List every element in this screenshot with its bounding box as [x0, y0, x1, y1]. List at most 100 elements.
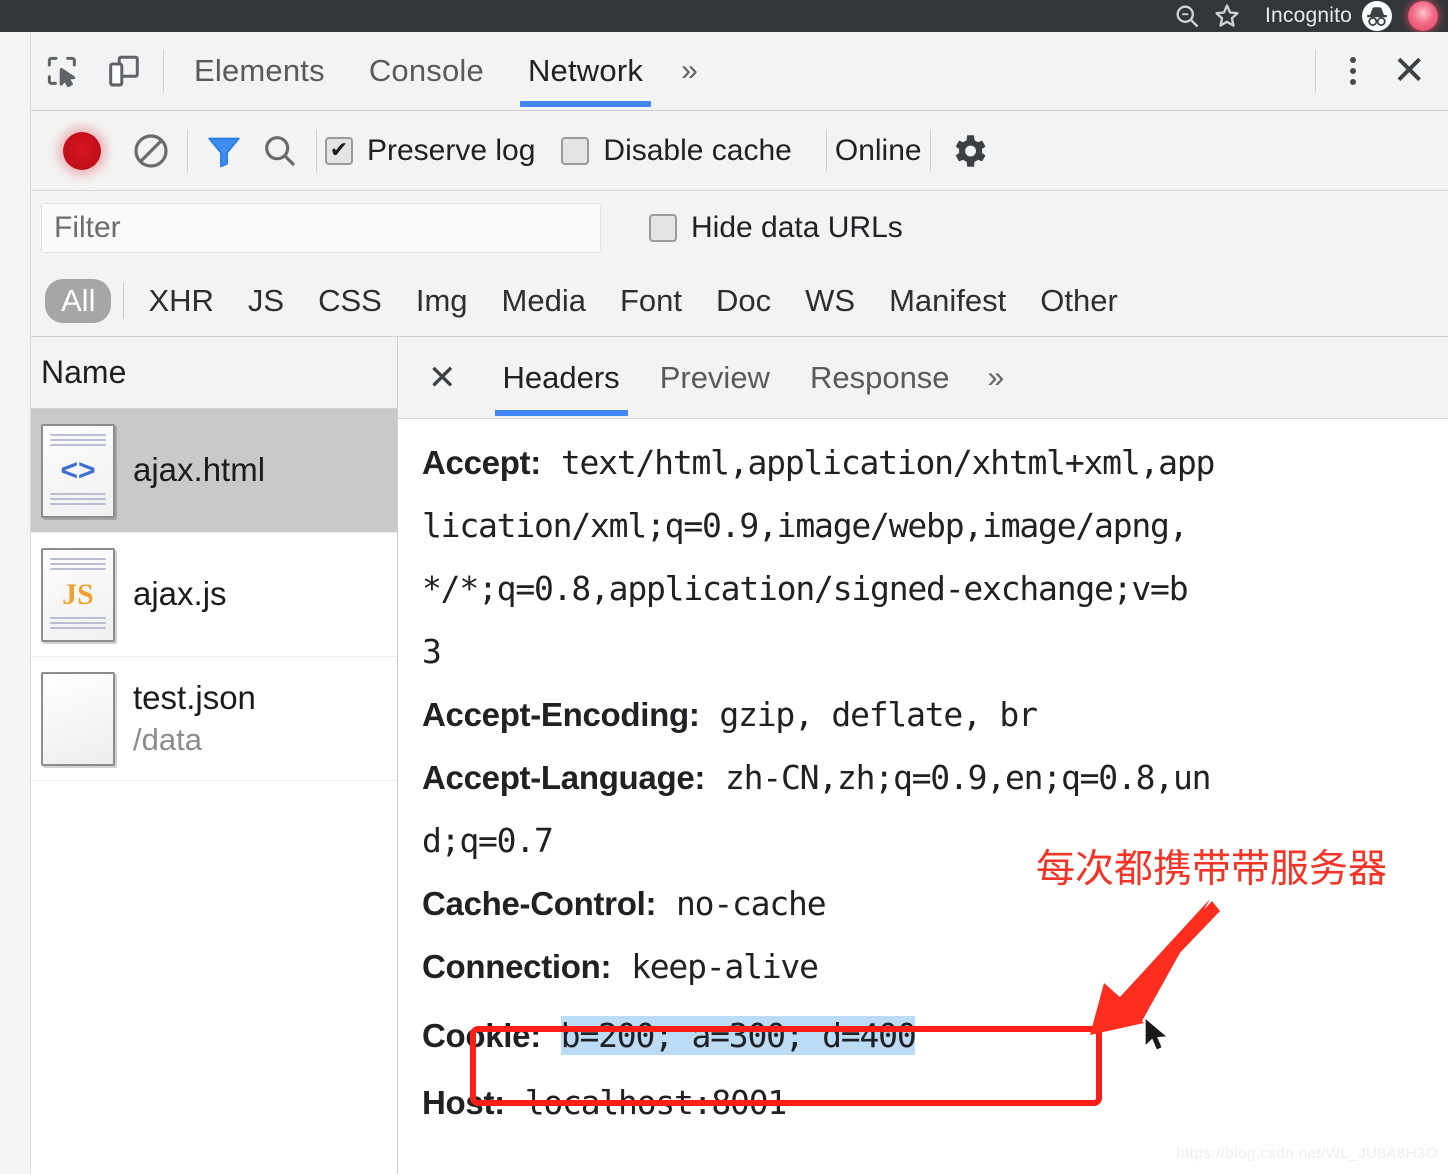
- header-value: no-cache: [676, 884, 825, 923]
- close-icon[interactable]: ✕: [422, 358, 483, 398]
- request-list-header[interactable]: Name: [31, 337, 397, 409]
- tab-elements[interactable]: Elements: [172, 32, 347, 111]
- disable-cache-checkbox[interactable]: Disable cache: [561, 134, 791, 168]
- gear-icon[interactable]: [939, 121, 999, 181]
- tab-console[interactable]: Console: [347, 32, 506, 111]
- html-file-icon: <>: [41, 424, 115, 518]
- type-filter-manifest[interactable]: Manifest: [875, 279, 1020, 323]
- toolbar-divider-right: [1315, 50, 1316, 92]
- network-split-view: Name <> ajax.html JS a: [31, 337, 1448, 1174]
- tab-network-label: Network: [528, 53, 643, 89]
- profile-avatar-icon[interactable]: [1408, 1, 1438, 31]
- throttling-select[interactable]: Online: [835, 134, 922, 168]
- type-filter-xhr[interactable]: XHR: [134, 279, 227, 323]
- header-name: Accept:: [422, 444, 541, 481]
- header-name: Host:: [422, 1084, 505, 1121]
- chevron-double-right-icon[interactable]: »: [970, 361, 1023, 395]
- header-value: keep-alive: [631, 947, 818, 986]
- type-filter-media[interactable]: Media: [488, 279, 600, 323]
- table-row[interactable]: <> ajax.html: [31, 409, 397, 533]
- search-zoom-icon[interactable]: [1167, 2, 1207, 30]
- annotation-note: 每次都携带带服务器: [1036, 838, 1387, 894]
- header-row-accept-cont2: */*;q=0.8,application/signed-exchange;v=…: [422, 557, 1448, 620]
- header-name: Cookie:: [422, 1017, 541, 1054]
- header-row-connection: Connection: keep-alive: [422, 935, 1448, 998]
- header-name: Accept-Encoding:: [422, 696, 700, 733]
- header-name: Cache-Control:: [422, 885, 656, 922]
- devtools-tabbar: Elements Console Network » ✕: [31, 32, 1448, 111]
- header-row-host: Host: localhost:8001: [422, 1074, 1448, 1132]
- header-value-cont: lication/xml;q=0.9,image/webp,image/apng…: [422, 506, 1187, 545]
- table-row[interactable]: test.json /data: [31, 657, 397, 781]
- type-filter-doc[interactable]: Doc: [702, 279, 785, 323]
- inspect-element-icon[interactable]: [31, 40, 93, 102]
- header-row-cookie: Cookie: b=200; a=300; d=400: [422, 998, 1448, 1074]
- more-options-icon[interactable]: [1324, 57, 1382, 85]
- header-value: gzip, deflate, br: [719, 695, 1036, 734]
- header-value-cont: d;q=0.7: [422, 821, 553, 860]
- preserve-log-checkbox[interactable]: Preserve log: [325, 134, 535, 168]
- hide-data-urls-label: Hide data URLs: [691, 211, 903, 245]
- tab-headers[interactable]: Headers: [483, 337, 640, 419]
- type-filter-css[interactable]: CSS: [304, 279, 396, 323]
- devtools-tabbar-right: ✕: [1307, 50, 1448, 92]
- tab-preview[interactable]: Preview: [640, 337, 790, 419]
- incognito-hat-icon[interactable]: [1362, 1, 1392, 31]
- header-value: localhost:8001: [525, 1083, 786, 1122]
- hide-data-urls-checkbox-box[interactable]: [649, 214, 677, 242]
- details-tabbar: ✕ Headers Preview Response »: [398, 337, 1448, 419]
- device-toolbar-icon[interactable]: [93, 40, 155, 102]
- chevron-double-right-icon[interactable]: »: [665, 54, 714, 88]
- preserve-log-label: Preserve log: [367, 134, 535, 168]
- header-value-cont: 3: [422, 632, 441, 671]
- watermark: https://blog.csdn.net/WL_JU8A8H3O: [1176, 1145, 1438, 1162]
- header-value: zh-CN,zh;q=0.9,en;q=0.8,un: [725, 758, 1210, 797]
- disable-cache-checkbox-box[interactable]: [561, 137, 589, 165]
- table-row[interactable]: JS ajax.js: [31, 533, 397, 657]
- browser-toolbar: Incognito: [0, 0, 1448, 32]
- type-filter-all[interactable]: All: [45, 279, 111, 323]
- hide-data-urls-checkbox[interactable]: Hide data URLs: [649, 211, 903, 245]
- filter-funnel-icon[interactable]: [196, 123, 252, 179]
- network-toolbar-divider-3: [826, 130, 827, 172]
- type-filter-img[interactable]: Img: [402, 279, 482, 323]
- header-value-cookie[interactable]: b=200; a=300; d=400: [561, 1016, 916, 1055]
- tab-preview-label: Preview: [660, 360, 770, 396]
- type-filter-divider: [123, 283, 124, 319]
- header-row-accept-encoding: Accept-Encoding: gzip, deflate, br: [422, 683, 1448, 746]
- request-name: ajax.js: [133, 573, 227, 616]
- type-filter-js[interactable]: JS: [234, 279, 298, 323]
- header-row-accept-cont3: 3: [422, 620, 1448, 683]
- header-row-accept: Accept: text/html,application/xhtml+xml,…: [422, 431, 1448, 494]
- type-filter-ws[interactable]: WS: [791, 279, 869, 323]
- header-name: Connection:: [422, 948, 611, 985]
- screenshot-root: Incognito: [0, 0, 1448, 1174]
- type-filter-other[interactable]: Other: [1026, 279, 1132, 323]
- header-value-cont: */*;q=0.8,application/signed-exchange;v=…: [422, 569, 1187, 608]
- header-name: Accept-Language:: [422, 759, 705, 796]
- request-name: test.json: [133, 677, 256, 720]
- search-icon[interactable]: [252, 123, 308, 179]
- header-row-accept-language: Accept-Language: zh-CN,zh;q=0.9,en;q=0.8…: [422, 746, 1448, 809]
- tab-response[interactable]: Response: [790, 337, 970, 419]
- bookmark-star-icon[interactable]: [1207, 2, 1247, 30]
- header-row-accept-cont1: lication/xml;q=0.9,image/webp,image/apng…: [422, 494, 1448, 557]
- clear-network-log-icon[interactable]: [123, 123, 179, 179]
- tab-network[interactable]: Network: [506, 32, 665, 111]
- request-name: ajax.html: [133, 449, 265, 492]
- filter-row: Filter Hide data URLs: [31, 191, 1448, 265]
- network-toolbar-divider-1: [187, 130, 188, 172]
- filter-input[interactable]: Filter: [41, 203, 601, 253]
- tab-console-label: Console: [369, 53, 484, 89]
- close-icon[interactable]: ✕: [1382, 51, 1448, 91]
- tab-elements-label: Elements: [194, 53, 325, 89]
- network-toolbar: Preserve log Disable cache Online: [31, 111, 1448, 191]
- record-button-icon[interactable]: [63, 132, 101, 170]
- type-filter-font[interactable]: Font: [606, 279, 696, 323]
- tab-headers-label: Headers: [503, 360, 620, 396]
- disable-cache-label: Disable cache: [603, 134, 791, 168]
- headers-list: Accept: text/html,application/xhtml+xml,…: [398, 419, 1448, 1172]
- request-list: Name <> ajax.html JS a: [31, 337, 398, 1174]
- preserve-log-checkbox-box[interactable]: [325, 137, 353, 165]
- js-file-icon: JS: [41, 548, 115, 642]
